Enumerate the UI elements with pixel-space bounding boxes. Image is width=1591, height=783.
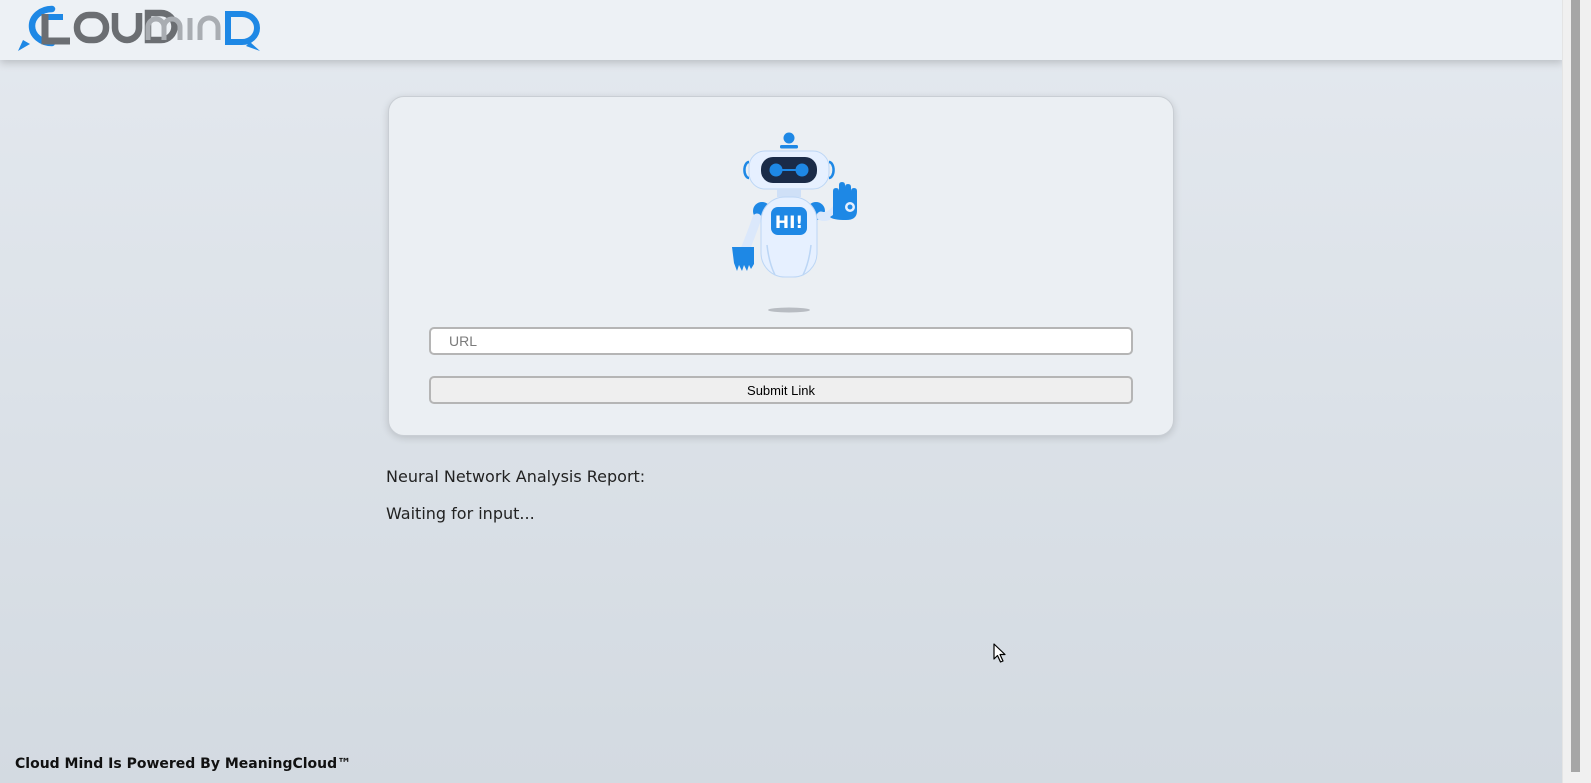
report-title: Neural Network Analysis Report: xyxy=(386,467,646,486)
vertical-scrollbar[interactable] xyxy=(1562,0,1591,783)
mouse-cursor-icon xyxy=(993,643,1006,663)
submit-link-button[interactable]: Submit Link xyxy=(429,376,1133,404)
footer-powered-by: Cloud Mind Is Powered By MeaningCloud™ xyxy=(15,756,352,772)
url-input[interactable] xyxy=(429,327,1133,355)
robot-badge-text: HI! xyxy=(775,213,803,233)
scrollbar-thumb[interactable] xyxy=(1571,0,1580,772)
url-submission-card: HI! Submit Link xyxy=(388,96,1174,436)
top-header xyxy=(0,0,1563,60)
robot-waving-icon: HI! xyxy=(732,132,857,313)
cloud-mind-logo[interactable] xyxy=(14,0,266,56)
report-status: Waiting for input... xyxy=(386,504,535,523)
